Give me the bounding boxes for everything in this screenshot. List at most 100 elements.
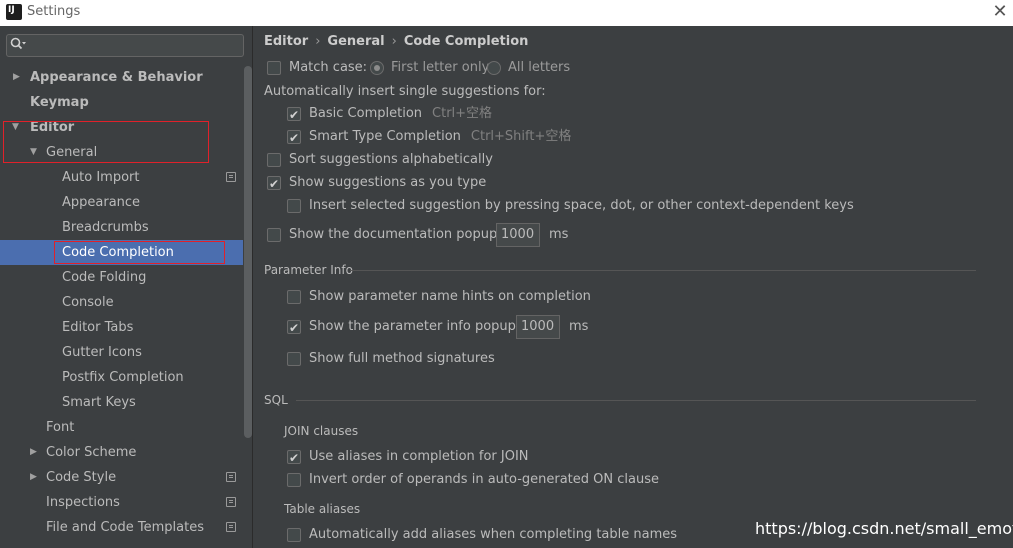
- sidebar-item-label: Appearance & Behavior: [30, 70, 203, 85]
- insert-selected-checkbox[interactable]: [287, 199, 301, 213]
- invert-order-checkbox[interactable]: [287, 473, 301, 487]
- sidebar-item-label: Keymap: [30, 95, 89, 110]
- smart-completion-text: Smart Type Completion: [309, 129, 461, 144]
- sidebar-item-breadcrumbs[interactable]: Breadcrumbs: [0, 215, 243, 240]
- basic-completion-shortcut: Ctrl+空格: [432, 106, 493, 121]
- sort-alphabetically-checkbox[interactable]: [267, 153, 281, 167]
- sidebar-item-label: Code Folding: [62, 270, 147, 285]
- close-icon[interactable]: ✕: [987, 0, 1013, 26]
- show-as-type-checkbox[interactable]: [267, 173, 281, 195]
- param-hints-label: Show parameter name hints on completion: [309, 289, 591, 304]
- smart-completion-shortcut: Ctrl+Shift+空格: [470, 129, 572, 144]
- show-as-type-label: Show suggestions as you type: [289, 175, 487, 190]
- breadcrumb-separator: ›: [315, 34, 321, 49]
- project-settings-icon: [226, 497, 236, 507]
- sort-alphabetically-label: Sort suggestions alphabetically: [289, 152, 493, 167]
- sidebar-item-color-scheme[interactable]: ▶ Color Scheme: [0, 440, 243, 465]
- chevron-down-icon[interactable]: ▼: [30, 140, 37, 165]
- auto-add-aliases-label: Automatically add aliases when completin…: [309, 527, 678, 542]
- first-letter-radio[interactable]: [370, 61, 384, 75]
- sidebar-item-postfix-completion[interactable]: Postfix Completion: [0, 365, 243, 390]
- sidebar-item-code-style[interactable]: ▶ Code Style: [0, 465, 243, 490]
- sidebar-item-label: Appearance: [62, 195, 141, 210]
- match-case-checkbox[interactable]: [267, 61, 281, 75]
- first-letter-label: First letter only: [391, 60, 490, 75]
- search-input[interactable]: [6, 34, 244, 57]
- join-clauses-title: JOIN clauses: [284, 424, 359, 438]
- sidebar-item-code-completion[interactable]: Code Completion: [0, 240, 243, 265]
- all-letters-label: All letters: [508, 60, 571, 75]
- doc-popup-unit: ms: [549, 227, 569, 242]
- sort-row: Sort suggestions alphabetically: [267, 149, 667, 171]
- use-aliases-label: Use aliases in completion for JOIN: [309, 449, 529, 464]
- param-hints-checkbox[interactable]: [287, 290, 301, 304]
- sidebar-item-label: Console: [62, 295, 114, 310]
- watermark-text: https://blog.csdn.net/small_emotion: [755, 519, 1013, 538]
- doc-popup-checkbox[interactable]: [267, 228, 281, 242]
- sql-title: SQL: [264, 393, 288, 407]
- parameter-info-title: Parameter Info: [264, 263, 353, 277]
- sidebar-item-appearance-behavior[interactable]: ▶ Appearance & Behavior: [0, 65, 243, 90]
- sidebar-item-console[interactable]: Console: [0, 290, 243, 315]
- basic-completion-label: Basic Completion Ctrl+空格: [309, 103, 492, 125]
- show-as-type-row: Show suggestions as you type: [267, 172, 667, 195]
- settings-content: Editor › General › Code Completion Match cas…: [254, 26, 1013, 548]
- param-popup-delay-input[interactable]: 1000: [516, 315, 560, 339]
- project-settings-icon: [226, 522, 236, 532]
- basic-completion-checkbox[interactable]: [287, 104, 301, 126]
- sidebar-item-keymap[interactable]: Keymap: [0, 90, 243, 115]
- sidebar-item-appearance[interactable]: Appearance: [0, 190, 243, 215]
- sidebar-item-editor[interactable]: ▼ Editor: [0, 115, 243, 140]
- sidebar-item-font[interactable]: Font: [0, 415, 243, 440]
- settings-sidebar: ▶ Appearance & Behavior Keymap ▼ Editor …: [0, 26, 253, 548]
- chevron-right-icon[interactable]: ▶: [30, 440, 37, 465]
- full-signatures-checkbox[interactable]: [287, 352, 301, 366]
- breadcrumb-code-completion: Code Completion: [403, 34, 529, 49]
- sidebar-item-smart-keys[interactable]: Smart Keys: [0, 390, 243, 415]
- param-hints-row: Show parameter name hints on completion: [287, 286, 687, 308]
- sidebar-item-label: Font: [46, 420, 75, 435]
- sidebar-item-editor-tabs[interactable]: Editor Tabs: [0, 315, 243, 340]
- sidebar-item-auto-import[interactable]: Auto Import: [0, 165, 243, 190]
- sidebar-item-label: Postfix Completion: [62, 370, 184, 385]
- param-popup-unit: ms: [569, 319, 589, 334]
- smart-completion-label: Smart Type Completion Ctrl+Shift+空格: [309, 126, 571, 148]
- sidebar-item-general[interactable]: ▼ General: [0, 140, 243, 165]
- sidebar-item-label: Smart Keys: [62, 395, 136, 410]
- sql-divider: [296, 400, 976, 401]
- auto-add-aliases-row: Automatically add aliases when completin…: [287, 524, 687, 546]
- sidebar-item-file-code-templates[interactable]: File and Code Templates: [0, 515, 243, 540]
- sidebar-scrollbar[interactable]: [244, 66, 252, 438]
- param-popup-checkbox[interactable]: [287, 317, 301, 339]
- sidebar-item-label: Code Style: [46, 470, 117, 485]
- sidebar-item-label: Editor: [30, 120, 75, 135]
- sidebar-item-code-folding[interactable]: Code Folding: [0, 265, 243, 290]
- title-bar: Settings ✕: [0, 0, 1013, 26]
- chevron-right-icon[interactable]: ▶: [30, 465, 37, 490]
- param-popup-label: Show the parameter info popup in: [309, 319, 532, 334]
- chevron-right-icon[interactable]: ▶: [13, 65, 20, 90]
- insert-selected-label: Insert selected suggestion by pressing s…: [309, 198, 854, 213]
- breadcrumb-editor: Editor: [264, 34, 309, 49]
- use-aliases-checkbox[interactable]: [287, 447, 301, 469]
- doc-popup-label: Show the documentation popup in: [289, 227, 514, 242]
- smart-completion-row: Smart Type Completion Ctrl+Shift+空格: [287, 126, 687, 149]
- sidebar-item-label: Auto Import: [62, 170, 140, 185]
- invert-order-label: Invert order of operands in auto-generat…: [309, 472, 659, 487]
- sidebar-item-label: Gutter Icons: [62, 345, 142, 360]
- sidebar-item-inspections[interactable]: Inspections: [0, 490, 243, 515]
- sidebar-item-gutter-icons[interactable]: Gutter Icons: [0, 340, 243, 365]
- use-aliases-row: Use aliases in completion for JOIN: [287, 446, 687, 469]
- table-aliases-title: Table aliases: [284, 502, 361, 516]
- intellij-logo-icon: [6, 4, 22, 20]
- smart-completion-checkbox[interactable]: [287, 127, 301, 149]
- chevron-down-icon[interactable]: ▼: [12, 115, 19, 140]
- auto-add-aliases-checkbox[interactable]: [287, 528, 301, 542]
- doc-popup-delay-input[interactable]: 1000: [496, 223, 540, 247]
- match-case-label: Match case:: [289, 60, 368, 75]
- basic-completion-text: Basic Completion: [309, 106, 423, 121]
- breadcrumb: Editor › General › Code Completion: [264, 34, 528, 49]
- search-icon: [10, 37, 26, 55]
- all-letters-radio[interactable]: [487, 61, 501, 75]
- sidebar-item-label: Editor Tabs: [62, 320, 134, 335]
